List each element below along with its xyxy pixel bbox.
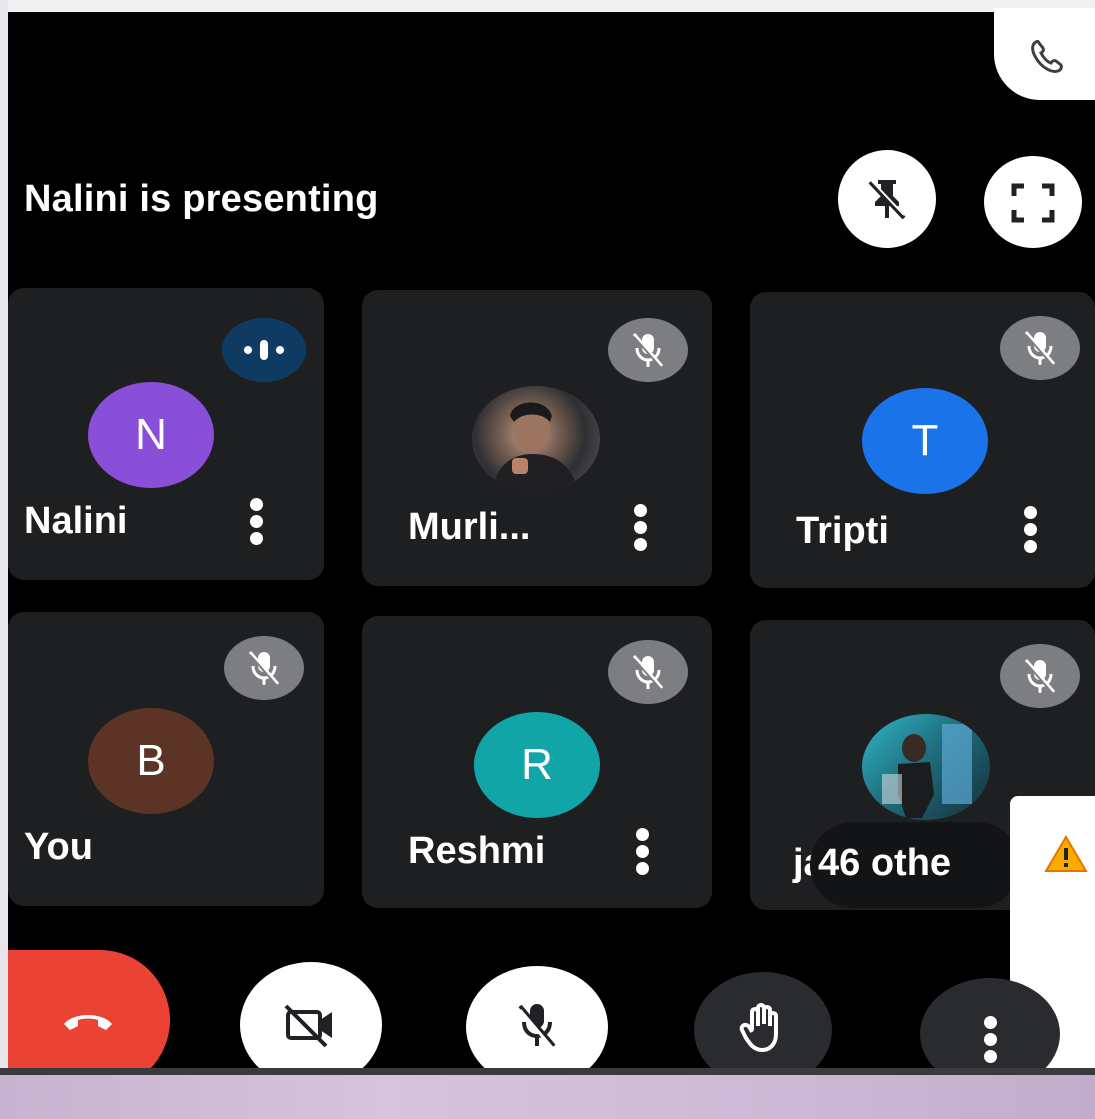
mic-off-icon (608, 640, 688, 704)
mic-off-icon (608, 318, 688, 382)
fullscreen-button[interactable] (984, 156, 1082, 248)
avatar: R (474, 712, 600, 818)
top-edge (0, 0, 1095, 12)
participant-tile-reshmi[interactable]: R Reshmi (362, 616, 712, 908)
more-options-icon[interactable] (1022, 506, 1038, 553)
participant-name: Reshmi (408, 830, 546, 872)
end-call-icon (64, 1015, 112, 1030)
participant-tile-you[interactable]: B You (8, 612, 324, 906)
participant-tile-tripti[interactable]: T Tripti (750, 292, 1095, 588)
participant-name: Murli... (408, 506, 531, 548)
presenting-label: Nalini is presenting (24, 178, 379, 220)
mic-off-icon (224, 636, 304, 700)
others-count-label: 46 othe (818, 842, 952, 884)
avatar: N (88, 382, 214, 488)
desktop-background (0, 1075, 1095, 1119)
warning-icon (1044, 835, 1088, 872)
mic-off-icon (1000, 644, 1080, 708)
participant-tile-nalini[interactable]: N Nalini (8, 288, 324, 580)
participant-tile-murli[interactable]: Murli... (362, 290, 712, 586)
more-vert-icon (982, 1016, 998, 1063)
speaking-indicator (222, 318, 306, 382)
more-options-icon[interactable] (248, 498, 264, 545)
fullscreen-icon (1011, 183, 1055, 223)
call-button[interactable] (994, 8, 1095, 100)
raise-hand-icon (739, 1003, 778, 1052)
participant-name: Nalini (24, 500, 128, 542)
mic-off-icon (518, 1004, 556, 1050)
more-options-icon[interactable] (632, 504, 648, 551)
camera-off-icon (284, 1004, 332, 1048)
phone-icon (1031, 39, 1063, 73)
more-options-icon[interactable] (634, 828, 650, 875)
participant-name: You (24, 826, 93, 868)
participant-name: Tripti (796, 510, 889, 552)
avatar: B (88, 708, 214, 814)
unpin-button[interactable] (838, 150, 936, 248)
avatar-photo (472, 386, 600, 492)
avatar-photo (862, 714, 990, 820)
meet-screen: Nalini is presenting N Nalini Murli... T… (0, 0, 1095, 1119)
avatar: T (862, 388, 988, 494)
left-edge (0, 0, 8, 1119)
mic-off-icon (1000, 316, 1080, 380)
unpin-icon (868, 178, 906, 220)
